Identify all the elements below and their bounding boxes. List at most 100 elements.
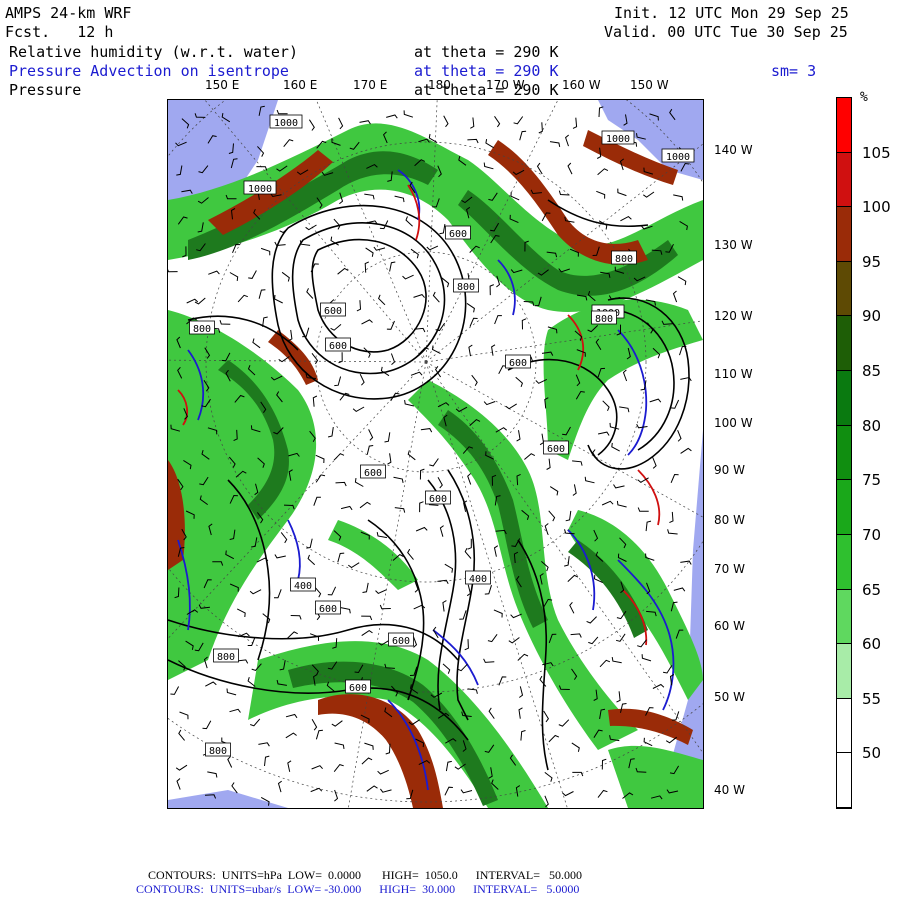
wind-barb (516, 430, 521, 442)
colorbar-label: 55 (862, 689, 882, 708)
svg-text:600: 600 (349, 683, 367, 694)
svg-text:600: 600 (449, 229, 467, 240)
lat-label: 70 W (714, 562, 745, 576)
colorbar-segment (837, 589, 851, 645)
wind-barb (333, 218, 341, 230)
wind-barb (327, 586, 337, 596)
wind-barb (313, 496, 321, 506)
footer-contours-advection: CONTOURS: UNITS=ubar/s LOW= -30.000 HIGH… (136, 882, 580, 896)
wind-barb (439, 224, 446, 235)
wind-barb (366, 445, 374, 455)
wind-barb (616, 500, 627, 508)
lon-label: 150 W (630, 78, 669, 92)
colorbar-segment (837, 480, 851, 535)
wind-barb (645, 520, 652, 532)
wind-barb (375, 589, 387, 594)
wind-barb (379, 788, 392, 793)
wind-barb (597, 168, 609, 176)
wind-barb (415, 526, 428, 532)
wind-barb (179, 711, 189, 720)
wind-barb (385, 743, 391, 755)
wind-barb (394, 195, 405, 203)
wind-barb (549, 141, 561, 148)
contour-label: 1000 (269, 114, 303, 129)
wind-barb (601, 758, 607, 770)
wind-barb (464, 547, 472, 559)
wind-barb (457, 663, 468, 672)
wind-barb (517, 653, 529, 661)
wind-barb (649, 398, 662, 403)
wind-barb (572, 484, 577, 496)
wind-barb (379, 604, 391, 610)
wind-barb (249, 589, 262, 595)
svg-text:800: 800 (217, 652, 235, 663)
colorbar-segment (837, 425, 851, 481)
wind-barb (665, 736, 678, 744)
wind-barb (483, 162, 494, 170)
wind-barb (373, 246, 386, 251)
wind-barb (364, 261, 370, 273)
wind-barb (599, 659, 611, 668)
wind-barb (488, 707, 495, 719)
wind-barb (538, 122, 543, 134)
wind-barb (588, 636, 599, 645)
wind-barb (258, 742, 270, 747)
wind-barb (364, 193, 375, 200)
wind-barb (596, 190, 606, 199)
wind-barb (667, 529, 678, 535)
wind-barb (207, 771, 218, 778)
wind-barb (333, 764, 344, 773)
svg-text:600: 600 (319, 604, 337, 615)
wind-barb (671, 711, 680, 721)
wind-barb (208, 270, 220, 275)
contour-label: 800 (189, 320, 215, 335)
wind-barb (565, 134, 570, 147)
wind-barb (361, 319, 373, 325)
contour-label: 1000 (661, 148, 695, 163)
colorbar-label: 75 (862, 471, 882, 490)
wind-barb (519, 130, 527, 141)
wind-barb (444, 563, 454, 573)
wind-barb (354, 478, 364, 487)
wind-barb (680, 560, 692, 565)
wind-barb (258, 289, 266, 299)
svg-text:400: 400 (469, 574, 487, 585)
wind-barb (431, 345, 441, 355)
wind-barb (334, 376, 342, 387)
wind-barb (662, 665, 673, 674)
wind-barb (498, 676, 507, 686)
field-2-level: at theta = 290 K (414, 62, 559, 80)
wind-barb (619, 406, 630, 413)
wind-barb (622, 369, 628, 382)
wind-barb (510, 613, 522, 619)
wind-barb (467, 538, 472, 550)
wind-barb (248, 270, 257, 279)
wind-barb (572, 771, 584, 777)
wind-barb (348, 562, 360, 569)
contour-label: 600 (315, 600, 341, 615)
wind-barb (331, 720, 343, 727)
wind-barb (562, 791, 574, 797)
field-1-level: at theta = 290 K (414, 43, 559, 61)
wind-barb (439, 525, 444, 537)
wind-barb (459, 610, 467, 620)
wind-barb (620, 215, 632, 222)
wind-barb (609, 422, 620, 430)
wind-barb (368, 429, 374, 441)
contour-label: 800 (591, 310, 617, 325)
wind-barb (334, 789, 339, 802)
wind-barb (362, 582, 369, 593)
wind-barb (485, 139, 494, 149)
colorbar-segment (837, 534, 851, 590)
svg-text:600: 600 (547, 444, 565, 455)
wind-barb (637, 507, 649, 512)
footer-contours-pressure: CONTOURS: UNITS=hPa LOW= 0.0000 HIGH= 10… (148, 868, 582, 882)
wind-barb (384, 432, 391, 443)
wind-barb (491, 344, 496, 356)
wind-barb (467, 138, 479, 144)
colorbar-label: 100 (862, 198, 891, 217)
contour-label: 400 (465, 570, 491, 585)
colorbar-label: 105 (862, 143, 891, 162)
wind-barb (327, 427, 334, 438)
wind-barb (513, 116, 524, 125)
